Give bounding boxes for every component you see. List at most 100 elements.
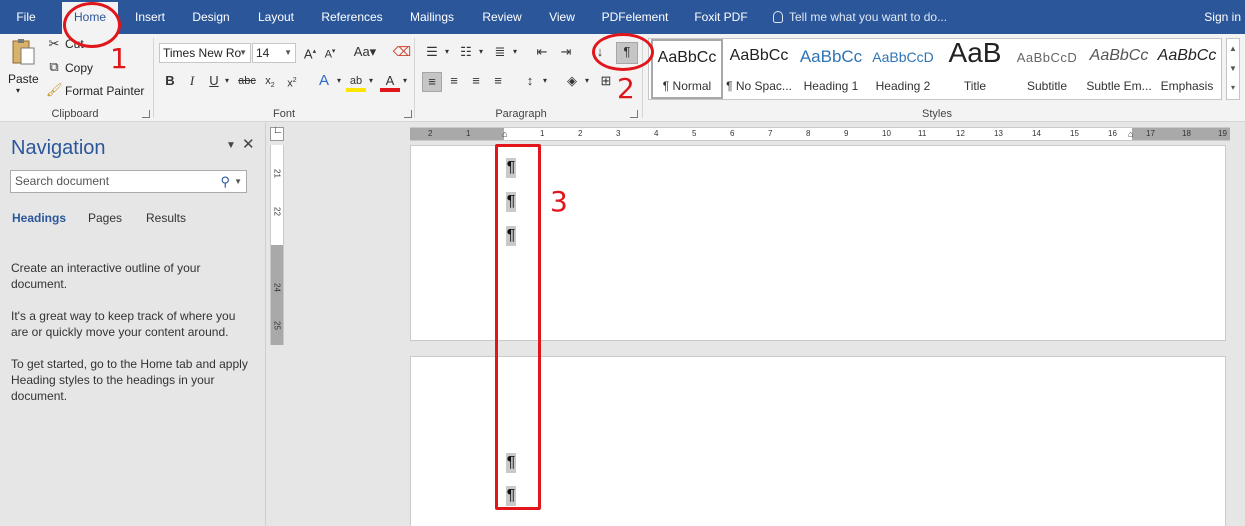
chevron-down-icon[interactable]: ▾ <box>582 72 592 90</box>
font-color-icon[interactable]: A <box>380 72 400 92</box>
borders-icon[interactable]: ⊞ <box>596 72 616 92</box>
ruler-tick: 18 <box>1182 129 1191 138</box>
vertical-ruler[interactable]: 21 22 24 25 <box>270 145 284 345</box>
shrink-font-icon[interactable]: A▾ <box>320 43 340 63</box>
italic-icon[interactable]: I <box>182 72 202 92</box>
align-center-icon[interactable]: ≡ <box>444 72 464 92</box>
underline-icon[interactable]: U <box>204 72 224 92</box>
chevron-down-icon[interactable]: ▾ <box>442 43 452 61</box>
change-case-icon[interactable]: Aa▾ <box>350 43 380 63</box>
nav-tab-pages[interactable]: Pages <box>88 211 122 225</box>
clipboard-group-label: Clipboard <box>51 108 99 120</box>
search-icon[interactable]: ⚲ <box>220 171 230 192</box>
close-icon[interactable]: ✕ <box>242 135 255 153</box>
tab-mailings[interactable]: Mailings <box>400 0 464 34</box>
tab-references[interactable]: References <box>314 0 390 34</box>
chevron-down-icon[interactable]: ▾ <box>510 43 520 61</box>
more-styles-icon[interactable]: ▾ <box>1227 79 1239 97</box>
style-heading-2[interactable]: AaBbCcD Heading 2 <box>867 39 939 99</box>
style-no-spacing[interactable]: AaBbCc ¶ No Spac... <box>723 39 795 99</box>
font-size-combo[interactable]: 14 ▼ <box>252 43 296 63</box>
superscript-icon[interactable]: x2 <box>282 72 302 92</box>
styles-gallery: AaBbCc ¶ Normal AaBbCc ¶ No Spac... AaBb… <box>648 37 1223 100</box>
tab-insert[interactable]: Insert <box>124 0 176 34</box>
scissors-icon[interactable]: ✂ <box>46 35 62 53</box>
tell-me-box[interactable]: Tell me what you want to do... <box>773 0 947 34</box>
chevron-down-icon[interactable]: ▾ <box>334 72 344 90</box>
chevron-down-icon[interactable]: ▼ <box>234 171 242 192</box>
align-left-icon[interactable]: ≡ <box>422 72 442 92</box>
chevron-down-icon[interactable]: ▾ <box>476 43 486 61</box>
chevron-down-icon[interactable]: ▾ <box>540 72 550 90</box>
justify-icon[interactable]: ≡ <box>488 72 508 92</box>
style-subtitle[interactable]: AaBbCcD Subtitle <box>1011 39 1083 99</box>
tab-file[interactable]: File <box>4 0 48 34</box>
tab-view[interactable]: View <box>540 0 584 34</box>
styles-scroll[interactable]: ▲ ▼ ▾ <box>1226 38 1240 100</box>
chevron-up-icon[interactable]: ▲ <box>1227 39 1239 59</box>
paragraph-marks-highlight <box>495 144 541 510</box>
grow-font-icon[interactable]: A▴ <box>300 43 320 63</box>
copy-icon[interactable]: ⧉ <box>46 58 62 76</box>
styles-group-label: Styles <box>922 108 952 120</box>
style-subtle-emphasis[interactable]: AaBbCc Subtle Em... <box>1083 39 1155 99</box>
ruler-tick: 24 <box>272 283 282 292</box>
align-right-icon[interactable]: ≡ <box>466 72 486 92</box>
indent-marker-icon[interactable]: ⌂ <box>502 128 507 140</box>
style-preview: AaBbCc <box>799 47 863 66</box>
style-emphasis[interactable]: AaBbCc Emphasis <box>1151 39 1223 99</box>
chevron-down-icon[interactable]: ▾ <box>222 72 232 90</box>
tab-design[interactable]: Design <box>184 0 238 34</box>
tab-review[interactable]: Review <box>474 0 530 34</box>
pane-options-icon[interactable]: ▼ <box>226 140 236 151</box>
copy-button[interactable]: Copy <box>65 61 93 75</box>
text-effects-icon[interactable]: A <box>314 72 334 92</box>
increase-indent-icon[interactable]: ⇥ <box>556 43 576 63</box>
multilevel-list-icon[interactable]: ≣ <box>490 43 510 63</box>
ruler-tick: 1 <box>540 129 545 138</box>
ruler-tick: 8 <box>806 129 811 138</box>
chevron-down-icon[interactable]: ▾ <box>366 72 376 90</box>
chevron-down-icon[interactable]: ▾ <box>400 72 410 90</box>
bold-icon[interactable]: B <box>160 72 180 92</box>
paste-button[interactable]: Paste <box>8 72 39 86</box>
decrease-indent-icon[interactable]: ⇤ <box>532 43 552 63</box>
bullets-icon[interactable]: ☰ <box>422 43 442 63</box>
font-name-combo[interactable]: Times New Ro ▼ <box>159 43 251 63</box>
style-name: Heading 2 <box>875 79 931 93</box>
chevron-down-icon[interactable]: ▼ <box>1227 59 1239 79</box>
tab-foxit-pdf[interactable]: Foxit PDF <box>686 0 756 34</box>
nav-tab-headings[interactable]: Headings <box>12 211 66 225</box>
shading-icon[interactable]: ◈ <box>562 72 582 92</box>
style-preview: AaBbCc <box>1089 47 1149 64</box>
font-launcher-icon[interactable] <box>404 110 412 118</box>
ruler-tick: 22 <box>272 207 282 216</box>
clear-formatting-icon[interactable]: ⌫ <box>392 43 412 63</box>
paste-dropdown-icon[interactable]: ▾ <box>16 86 20 95</box>
style-preview: AaBbCc <box>657 49 717 66</box>
format-painter-button[interactable]: Format Painter <box>65 84 144 98</box>
numbering-icon[interactable]: ☷ <box>456 43 476 63</box>
ruler-tick: 4 <box>654 129 659 138</box>
style-heading-1[interactable]: AaBbCc Heading 1 <box>795 39 867 99</box>
line-spacing-icon[interactable]: ↕ <box>520 72 540 92</box>
strikethrough-icon[interactable]: abc <box>236 72 258 92</box>
nav-tab-results[interactable]: Results <box>146 211 186 225</box>
highlight-icon[interactable]: ab <box>346 72 366 92</box>
paintbrush-icon[interactable]: 🖌 <box>46 81 63 99</box>
style-normal[interactable]: AaBbCc ¶ Normal <box>651 39 723 99</box>
horizontal-ruler[interactable]: 2 1 ⌂ 1 2 3 4 5 6 7 8 9 10 11 12 13 14 1… <box>410 127 1230 141</box>
right-indent-marker-icon[interactable]: ⌂ <box>1128 128 1133 140</box>
style-title[interactable]: AaB Title <box>939 37 1011 99</box>
font-size-value: 14 <box>256 46 270 60</box>
paragraph-launcher-icon[interactable] <box>630 110 638 118</box>
tab-pdfelement[interactable]: PDFelement <box>594 0 676 34</box>
clipboard-launcher-icon[interactable] <box>142 110 150 118</box>
sign-in-link[interactable]: Sign in <box>1204 0 1241 34</box>
chevron-down-icon: ▼ <box>239 48 247 57</box>
tab-layout[interactable]: Layout <box>248 0 304 34</box>
subscript-icon[interactable]: x2 <box>260 72 280 92</box>
tab-selector[interactable]: ∟ <box>270 125 284 141</box>
paste-icon[interactable] <box>10 38 36 66</box>
search-input[interactable]: Search document ⚲ ▼ <box>10 170 247 193</box>
